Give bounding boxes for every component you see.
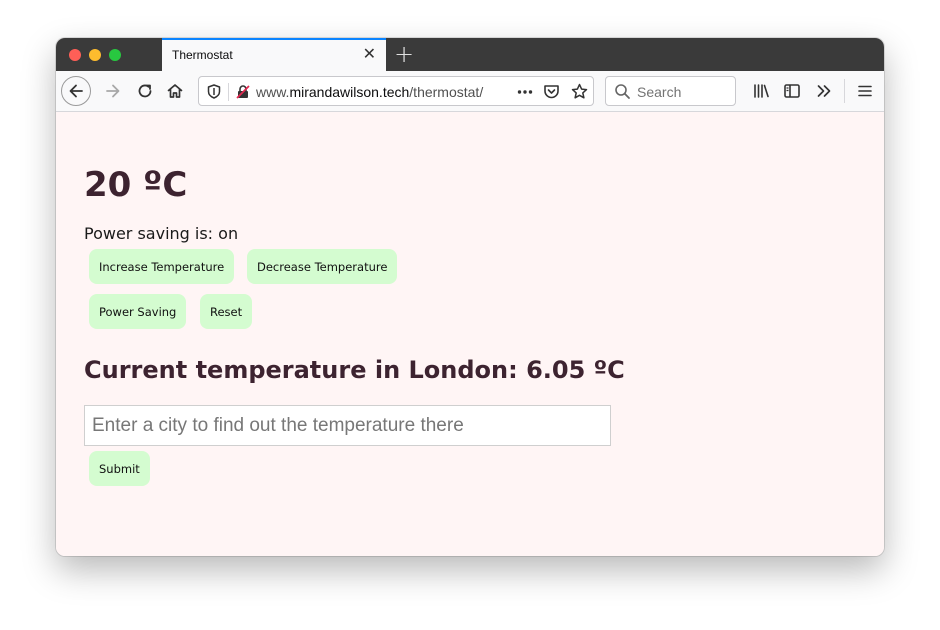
star-icon[interactable] bbox=[571, 83, 588, 100]
zoom-window-icon[interactable] bbox=[109, 49, 121, 61]
back-arrow-icon bbox=[69, 84, 83, 98]
tracking-protection-shield-icon[interactable] bbox=[207, 84, 221, 99]
library-icon bbox=[754, 84, 769, 98]
url-bar-separator bbox=[228, 83, 229, 101]
search-bar[interactable]: Search bbox=[605, 76, 736, 106]
reload-button[interactable] bbox=[130, 71, 160, 111]
minimize-window-icon[interactable] bbox=[89, 49, 101, 61]
toolbar-separator bbox=[844, 79, 845, 103]
submit-button[interactable]: Submit bbox=[89, 451, 150, 486]
tab-title: Thermostat bbox=[172, 48, 233, 62]
page-content: 20 ºC Power saving is: on Increase Tempe… bbox=[56, 112, 884, 556]
ellipsis-icon[interactable] bbox=[517, 84, 533, 100]
hamburger-menu-icon bbox=[858, 85, 872, 97]
library-button[interactable] bbox=[746, 71, 776, 111]
increase-temperature-button[interactable]: Increase Temperature bbox=[89, 249, 235, 284]
insecure-lock-icon[interactable] bbox=[235, 84, 251, 100]
search-placeholder: Search bbox=[637, 84, 682, 100]
url-domain: mirandawilson.tech bbox=[289, 84, 410, 100]
browser-window: Thermostat ✕ + www.mirandawilson.tech/th… bbox=[56, 38, 884, 556]
tab-close-icon[interactable]: ✕ bbox=[363, 46, 376, 62]
back-button[interactable] bbox=[61, 76, 91, 106]
forward-arrow-icon bbox=[106, 84, 120, 98]
city-temperature-heading: Current temperature in London: 6.05 ºC bbox=[84, 356, 625, 384]
decrease-temperature-button[interactable]: Decrease Temperature bbox=[247, 249, 398, 284]
tab-thermostat[interactable]: Thermostat ✕ bbox=[162, 38, 386, 71]
power-saving-status: Power saving is: on bbox=[84, 224, 239, 243]
navigation-toolbar: www.mirandawilson.tech/thermostat/ Searc… bbox=[56, 71, 884, 112]
sidebar-button[interactable] bbox=[777, 71, 807, 111]
url-bar[interactable]: www.mirandawilson.tech/thermostat/ bbox=[198, 76, 594, 106]
tab-strip: Thermostat ✕ + bbox=[56, 38, 884, 71]
overflow-button[interactable] bbox=[809, 71, 839, 111]
forward-button[interactable] bbox=[98, 71, 128, 111]
sidebar-icon bbox=[784, 84, 800, 98]
pocket-icon[interactable] bbox=[543, 83, 560, 100]
home-button[interactable] bbox=[160, 71, 190, 111]
close-window-icon[interactable] bbox=[69, 49, 81, 61]
url-text[interactable]: www.mirandawilson.tech/thermostat/ bbox=[256, 84, 483, 100]
power-saving-button[interactable]: Power Saving bbox=[89, 294, 187, 329]
home-icon bbox=[167, 84, 183, 98]
url-path: /thermostat/ bbox=[409, 84, 484, 100]
reset-button[interactable]: Reset bbox=[200, 294, 253, 329]
url-prefix: www. bbox=[256, 84, 290, 100]
temperature-display: 20 ºC bbox=[84, 165, 188, 205]
menu-button[interactable] bbox=[850, 71, 880, 111]
new-tab-button[interactable]: + bbox=[394, 41, 414, 67]
double-chevron-icon bbox=[817, 85, 831, 97]
city-input[interactable] bbox=[84, 405, 611, 446]
magnifier-icon bbox=[615, 84, 630, 99]
reload-icon bbox=[138, 84, 152, 98]
